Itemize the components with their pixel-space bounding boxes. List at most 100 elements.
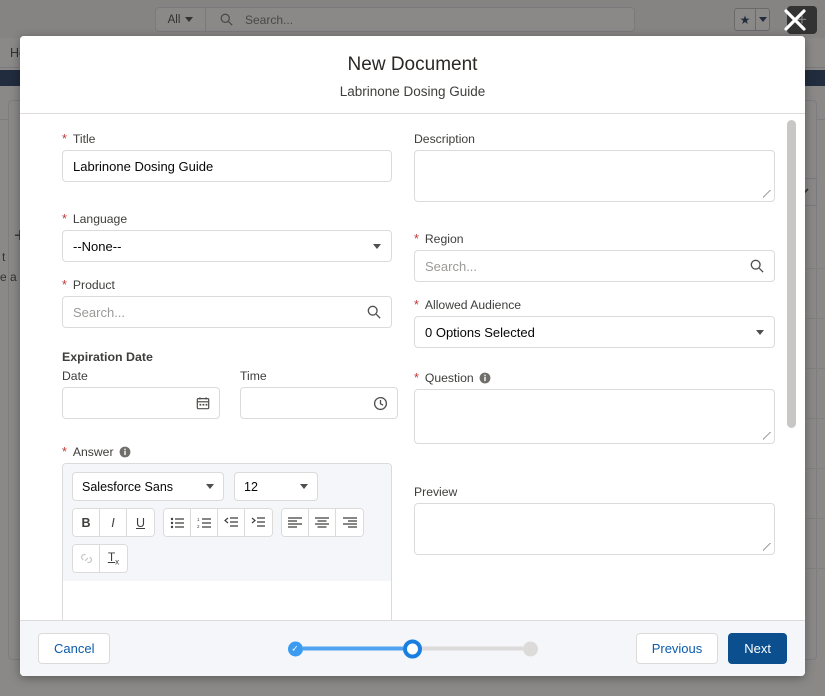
info-icon[interactable] — [119, 446, 131, 458]
resize-handle-icon[interactable] — [763, 190, 772, 199]
rte-row-fonts: Salesforce Sans 12 — [72, 472, 382, 501]
field-date: Date — [62, 369, 220, 419]
info-icon[interactable] — [479, 372, 491, 384]
field-question: * Question — [414, 371, 775, 444]
remove-formatting-button[interactable]: Tx — [100, 545, 127, 572]
resize-handle-icon[interactable] — [763, 432, 772, 441]
label-text: Description — [414, 132, 475, 146]
answer-rich-text-editor: Salesforce Sans 12 B — [62, 463, 392, 620]
modal-title: New Document — [20, 54, 805, 76]
new-document-modal: New Document Labrinone Dosing Guide * Ti… — [20, 36, 805, 676]
field-label-description: Description — [414, 132, 775, 146]
required-indicator: * — [62, 278, 67, 292]
modal-footer: Cancel ✓ Previous Next — [20, 620, 805, 676]
form-column-left: * Title Labrinone Dosing Guide * Languag… — [62, 132, 392, 620]
label-text: Language — [73, 212, 127, 226]
region-placeholder: Search... — [425, 259, 750, 274]
region-search-input[interactable]: Search... — [414, 250, 775, 282]
italic-button[interactable]: I — [100, 509, 127, 536]
modal-header: New Document Labrinone Dosing Guide — [20, 36, 805, 114]
resize-handle-icon[interactable] — [763, 543, 772, 552]
progress-indicator: ✓ — [288, 639, 538, 658]
modal-subtitle: Labrinone Dosing Guide — [20, 84, 805, 99]
required-indicator: * — [62, 445, 67, 459]
link-button[interactable] — [73, 545, 100, 572]
allowed-audience-value: 0 Options Selected — [425, 325, 756, 340]
check-icon: ✓ — [291, 643, 299, 654]
chevron-down-icon — [300, 484, 308, 489]
field-region: * Region Search... — [414, 232, 775, 282]
numbered-list-button[interactable]: 1 2 — [191, 509, 218, 536]
align-center-button[interactable] — [309, 509, 336, 536]
indent-button[interactable] — [245, 509, 272, 536]
language-select[interactable]: --None-- — [62, 230, 392, 262]
previous-button[interactable]: Previous — [636, 633, 719, 664]
required-indicator: * — [414, 232, 419, 246]
label-text: Answer — [73, 445, 114, 459]
align-right-button[interactable] — [336, 509, 363, 536]
field-description: Description — [414, 132, 775, 202]
close-icon — [782, 7, 808, 33]
align-left-button[interactable] — [282, 509, 309, 536]
font-family-select[interactable]: Salesforce Sans — [72, 472, 224, 501]
field-label-date: Date — [62, 369, 220, 383]
product-search-input[interactable]: Search... — [62, 296, 392, 328]
field-expiration-date: Expiration Date Date — [62, 350, 392, 419]
field-label-product: * Product — [62, 278, 392, 292]
answer-editor-body[interactable] — [63, 581, 391, 620]
font-family-value: Salesforce Sans — [82, 480, 198, 494]
field-time: Time — [240, 369, 398, 419]
field-answer: * Answer Salesforce Sans — [62, 445, 392, 620]
search-icon — [750, 259, 764, 273]
close-button[interactable] — [778, 3, 812, 37]
chevron-down-icon — [756, 330, 764, 335]
outdent-button[interactable] — [218, 509, 245, 536]
modal-body-scrollbar[interactable] — [787, 120, 796, 600]
chevron-down-icon — [373, 244, 381, 249]
expiration-date-legend: Expiration Date — [62, 350, 392, 364]
next-button[interactable]: Next — [728, 633, 787, 664]
date-input[interactable] — [62, 387, 220, 419]
modal-body: * Title Labrinone Dosing Guide * Languag… — [20, 114, 805, 620]
label-text: Region — [425, 232, 464, 246]
clock-icon — [373, 396, 388, 411]
time-input[interactable] — [240, 387, 398, 419]
allowed-audience-select[interactable]: 0 Options Selected — [414, 316, 775, 348]
cancel-button[interactable]: Cancel — [38, 633, 110, 664]
bulleted-list-button[interactable] — [164, 509, 191, 536]
progress-step-3[interactable] — [523, 641, 538, 656]
field-allowed-audience: * Allowed Audience 0 Options Selected — [414, 298, 775, 348]
field-language: * Language --None-- — [62, 212, 392, 262]
calendar-icon — [196, 396, 210, 410]
required-indicator: * — [62, 132, 67, 146]
field-label-region: * Region — [414, 232, 775, 246]
form-column-right: Description * Region Search... — [414, 132, 775, 620]
font-size-select[interactable]: 12 — [234, 472, 318, 501]
title-input[interactable]: Labrinone Dosing Guide — [62, 150, 392, 182]
label-text: Question — [425, 371, 474, 385]
progress-step-1[interactable]: ✓ — [288, 641, 303, 656]
required-indicator: * — [62, 212, 67, 226]
field-title: * Title Labrinone Dosing Guide — [62, 132, 392, 182]
question-textarea[interactable] — [414, 389, 775, 444]
field-label-question: * Question — [414, 371, 775, 385]
field-product: * Product Search... — [62, 278, 392, 328]
description-textarea[interactable] — [414, 150, 775, 202]
underline-button[interactable]: U — [127, 509, 154, 536]
progress-connector-1 — [303, 647, 404, 651]
field-label-title: * Title — [62, 132, 392, 146]
progress-step-2[interactable] — [403, 639, 422, 658]
list-indent-group: 1 2 — [163, 508, 273, 537]
rte-toolbar: Salesforce Sans 12 B — [63, 464, 391, 581]
label-text: Preview — [414, 485, 457, 499]
preview-textarea[interactable] — [414, 503, 775, 555]
label-text: Allowed Audience — [425, 298, 521, 312]
field-label-allowed-audience: * Allowed Audience — [414, 298, 775, 312]
field-label-preview: Preview — [414, 485, 775, 499]
bold-button[interactable]: B — [73, 509, 100, 536]
svg-text:2: 2 — [197, 524, 200, 529]
required-indicator: * — [414, 298, 419, 312]
scrollbar-thumb[interactable] — [787, 120, 796, 428]
required-indicator: * — [414, 371, 419, 385]
search-icon — [367, 305, 381, 319]
